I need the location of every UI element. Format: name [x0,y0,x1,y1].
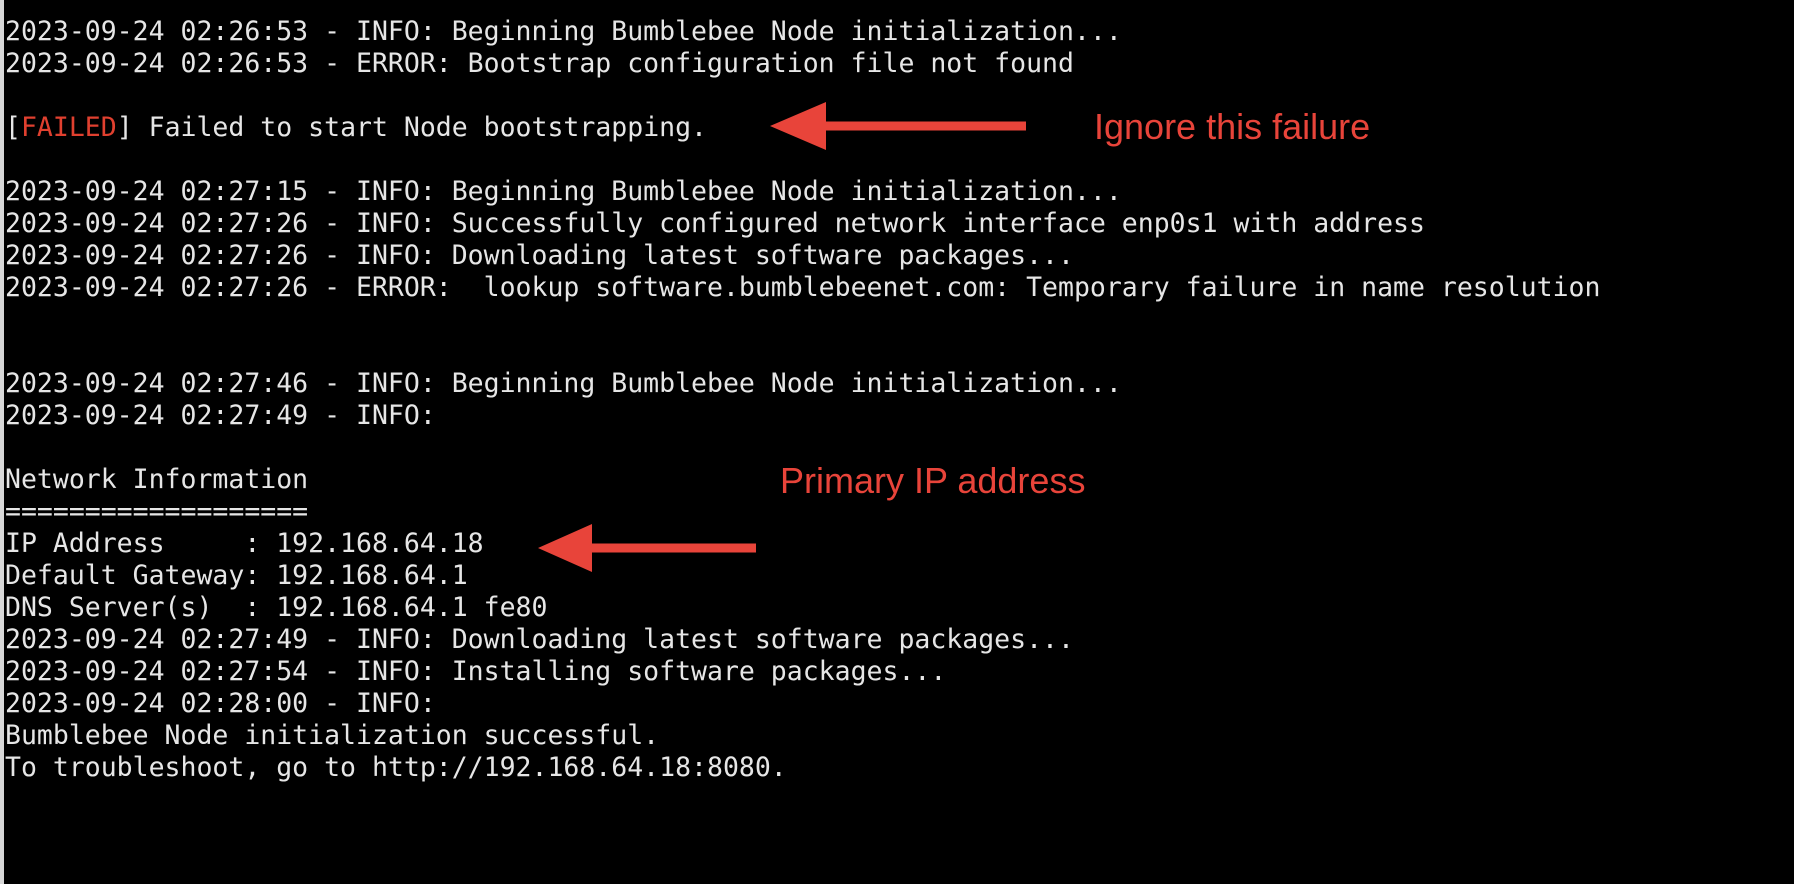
failed-open-bracket: [ [5,112,21,143]
log-line: 2023-09-24 02:26:53 - INFO: Beginning Bu… [5,16,1122,47]
log-line-error: 2023-09-24 02:27:26 - ERROR: lookup soft… [5,272,1601,303]
log-line: 2023-09-24 02:27:15 - INFO: Beginning Bu… [5,176,1122,207]
log-line: 2023-09-24 02:28:00 - INFO: [5,688,436,719]
log-line-error: 2023-09-24 02:26:53 - ERROR: Bootstrap c… [5,48,1074,79]
ip-address-line: IP Address : 192.168.64.18 [5,528,484,559]
success-message-line: Bumblebee Node initialization successful… [5,720,660,751]
log-line: 2023-09-24 02:27:26 - INFO: Successfully… [5,208,1425,239]
failed-tag: FAILED [20,112,117,143]
dns-servers-line: DNS Server(s) : 192.168.64.1 fe80 [5,592,548,623]
arrow-left-icon [538,524,756,572]
arrow-left-icon [770,102,1026,150]
failed-message: ] Failed to start Node bootstrapping. [116,112,708,143]
default-gateway-line: Default Gateway: 192.168.64.1 [5,560,468,591]
log-line: 2023-09-24 02:27:26 - INFO: Downloading … [5,240,1074,271]
log-line: 2023-09-24 02:27:46 - INFO: Beginning Bu… [5,368,1122,399]
failed-status-line: [FAILED] Failed to start Node bootstrapp… [5,112,707,144]
log-line: 2023-09-24 02:27:54 - INFO: Installing s… [5,656,947,687]
network-info-heading: Network Information [5,464,309,495]
log-line: 2023-09-24 02:27:49 - INFO: [5,400,436,431]
terminal-window[interactable]: 2023-09-24 02:26:53 - INFO: Beginning Bu… [0,0,1794,884]
troubleshoot-url-line: To troubleshoot, go to http://192.168.64… [5,752,787,783]
log-line: 2023-09-24 02:27:49 - INFO: Downloading … [5,624,1074,655]
annotation-ignore-failure: Ignore this failure [1094,106,1371,147]
annotation-primary-ip: Primary IP address [780,460,1086,501]
network-info-divider: =================== [5,496,309,527]
